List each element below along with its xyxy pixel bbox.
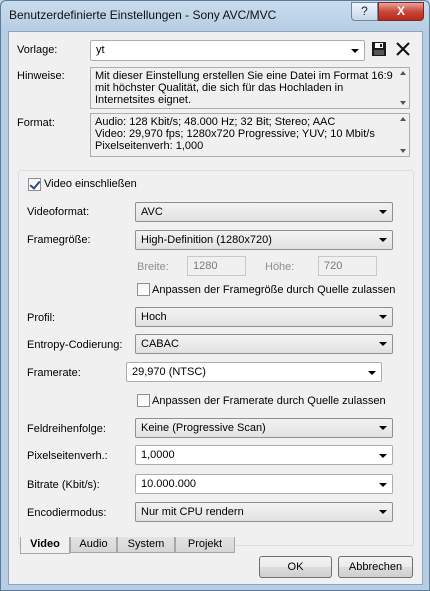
template-label: Vorlage:: [17, 44, 58, 56]
chevron-down-icon: [379, 510, 387, 514]
width-label: Breite:: [137, 261, 169, 273]
close-icon: [396, 42, 410, 56]
framesize-select[interactable]: High-Definition (1280x720): [135, 230, 393, 250]
ok-button[interactable]: OK: [259, 556, 332, 578]
close-window-button[interactable]: X: [378, 2, 424, 21]
width-value: 1280: [193, 260, 218, 272]
framesize-value: High-Definition (1280x720): [141, 234, 272, 246]
adapt-framesize-label: Anpassen der Framegröße durch Quelle zul…: [152, 284, 396, 296]
width-input: 1280: [187, 256, 246, 276]
encode-mode-label: Encodiermodus:: [27, 507, 107, 519]
video-format-value: AVC: [141, 206, 163, 218]
format-line-video: Video: 29,970 fps; 1280x720 Progressive;…: [95, 128, 375, 140]
bitrate-combo[interactable]: 10.000.000: [135, 474, 393, 494]
encode-mode-value: Nur mit CPU rendern: [141, 506, 244, 518]
format-line-audio: Audio: 128 Kbit/s; 48.000 Hz; 32 Bit; St…: [95, 116, 336, 128]
include-video-label: Video einschließen: [44, 178, 137, 190]
profile-label: Profil:: [27, 312, 56, 324]
tab-video[interactable]: Video: [20, 537, 70, 554]
window-title: Benutzerdefinierte Einstellungen - Sony …: [9, 8, 277, 22]
tab-system[interactable]: System: [117, 537, 175, 553]
adapt-framerate-label: Anpassen der Framerate durch Quelle zula…: [152, 395, 386, 407]
tab-audio[interactable]: Audio: [70, 537, 117, 553]
notes-label: Hinweise:: [17, 70, 65, 82]
help-button[interactable]: ?: [351, 2, 378, 21]
video-format-label: Videoformat:: [27, 206, 90, 218]
entropy-select[interactable]: CABAC: [135, 334, 393, 354]
adapt-framesize-checkbox[interactable]: [137, 283, 150, 296]
chevron-down-icon: [379, 238, 387, 242]
title-bar[interactable]: Benutzerdefinierte Einstellungen - Sony …: [1, 1, 429, 31]
pixel-aspect-combo[interactable]: 1,0000: [135, 445, 393, 465]
cancel-button[interactable]: Abbrechen: [338, 556, 413, 578]
chevron-down-icon: [368, 371, 376, 375]
settings-dialog: Benutzerdefinierte Einstellungen - Sony …: [0, 0, 430, 591]
field-order-select[interactable]: Keine (Progressive Scan): [135, 418, 393, 438]
scroll-down-icon: [400, 149, 406, 153]
chevron-down-icon: [351, 49, 359, 53]
pixel-aspect-value: 1,0000: [141, 449, 175, 461]
chevron-down-icon: [379, 315, 387, 319]
tab-strip: Video Audio System Projekt: [18, 537, 414, 554]
video-format-select[interactable]: AVC: [135, 202, 393, 222]
bitrate-value: 10.000.000: [141, 478, 197, 490]
entropy-value: CABAC: [141, 338, 179, 350]
encode-mode-select[interactable]: Nur mit CPU rendern: [135, 502, 393, 522]
format-label: Format:: [17, 117, 55, 129]
save-template-button[interactable]: [370, 41, 388, 59]
adapt-framerate-checkbox[interactable]: [137, 394, 150, 407]
framerate-label: Framerate:: [27, 367, 81, 379]
scroll-up-icon: [400, 71, 406, 75]
floppy-disk-icon: [372, 42, 386, 56]
notes-scrollbar[interactable]: [398, 68, 409, 108]
chevron-down-icon: [379, 426, 387, 430]
framesize-label: Framegröße:: [27, 234, 91, 246]
height-input: 720: [318, 256, 377, 276]
template-combo[interactable]: yt: [90, 40, 365, 61]
scroll-up-icon: [400, 117, 406, 121]
dialog-client-area: Vorlage: yt Hinweise: Mit dieser Einstel…: [8, 31, 423, 585]
format-line-pixel-aspect: Pixelseitenverh: 1,000: [95, 140, 204, 152]
delete-template-button[interactable]: [394, 41, 412, 59]
format-scrollbar[interactable]: [398, 114, 409, 156]
pixel-aspect-label: Pixelseitenverh.:: [27, 450, 108, 462]
chevron-down-icon: [379, 483, 387, 487]
chevron-down-icon: [379, 454, 387, 458]
field-order-label: Feldreihenfolge:: [27, 423, 106, 435]
framerate-combo[interactable]: 29,970 (NTSC): [126, 362, 382, 382]
format-summary[interactable]: Audio: 128 Kbit/s; 48.000 Hz; 32 Bit; St…: [90, 113, 410, 157]
height-label: Höhe:: [265, 261, 295, 273]
profile-value: Hoch: [141, 311, 167, 323]
chevron-down-icon: [379, 342, 387, 346]
bitrate-label: Bitrate (Kbit/s):: [27, 479, 100, 491]
scroll-down-icon: [400, 101, 406, 105]
notes-textarea[interactable]: Mit dieser Einstellung erstellen Sie ein…: [90, 67, 410, 109]
include-video-checkbox[interactable]: [28, 178, 41, 191]
notes-text: Mit dieser Einstellung erstellen Sie ein…: [95, 70, 393, 106]
entropy-label: Entropy-Codierung:: [27, 339, 123, 351]
field-order-value: Keine (Progressive Scan): [141, 422, 266, 434]
height-value: 720: [324, 260, 343, 272]
chevron-down-icon: [379, 210, 387, 214]
profile-select[interactable]: Hoch: [135, 307, 393, 327]
tab-project[interactable]: Projekt: [175, 537, 235, 553]
framerate-value: 29,970 (NTSC): [132, 366, 206, 378]
template-value: yt: [96, 44, 105, 56]
